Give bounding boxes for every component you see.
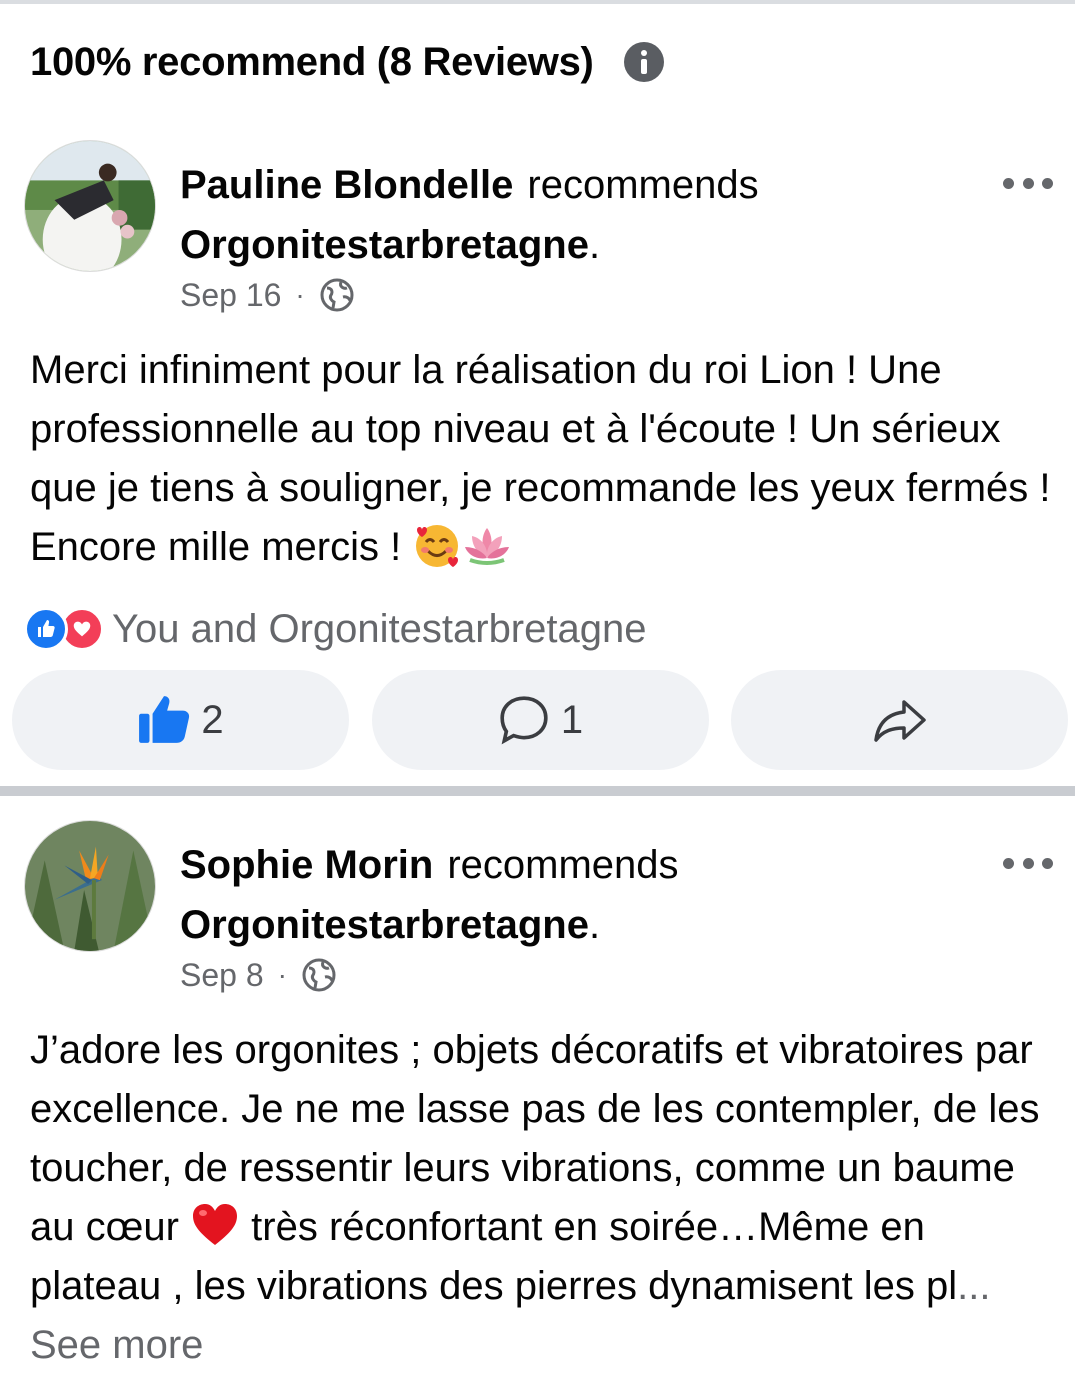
thumbs-up-icon [139, 696, 190, 743]
lotus-emoji [465, 528, 510, 565]
share-icon [873, 700, 926, 742]
author-name[interactable]: Pauline Blondelle [180, 163, 513, 207]
review-meta: Sep 16 · [180, 273, 355, 317]
comment-icon [500, 696, 548, 745]
ellipsis: ... [957, 1264, 991, 1308]
author-name[interactable]: Sophie Morin [180, 843, 433, 887]
globe-icon [302, 958, 336, 992]
recommends-label: recommends [447, 843, 679, 887]
action-bar: 2 1 [12, 670, 1068, 770]
top-divider [0, 0, 1075, 4]
like-button[interactable]: 2 [12, 670, 349, 770]
reactions-summary[interactable]: You and Orgonitestarbretagne [24, 604, 646, 654]
recommends-label: recommends [527, 163, 759, 207]
avatar[interactable] [24, 820, 156, 952]
avatar[interactable] [24, 140, 156, 272]
review-date[interactable]: Sep 16 [180, 277, 281, 314]
page-suffix: . [588, 223, 601, 267]
review-divider [0, 786, 1075, 796]
like-reaction-icon [24, 607, 68, 651]
review-author-line: Sophie Morin recommends Orgonitestarbreta… [180, 835, 980, 955]
comment-button[interactable]: 1 [371, 670, 709, 770]
page-suffix: . [588, 903, 601, 947]
red-heart-emoji [193, 1204, 238, 1245]
meta-separator: · [295, 279, 305, 310]
like-count: 2 [201, 697, 224, 742]
review-text: J’adore les orgonites ; objets décoratif… [30, 1021, 1060, 1375]
share-button[interactable] [731, 670, 1068, 770]
see-more-link[interactable]: See more [30, 1323, 203, 1367]
page-name[interactable]: Orgonitestarbretagne [180, 903, 589, 947]
globe-icon [320, 278, 354, 312]
reviews-summary-title: 100% recommend (8 Reviews) [30, 39, 594, 84]
review-text: Merci infiniment pour la réalisation du … [30, 341, 1060, 577]
meta-separator: · [277, 959, 287, 990]
reviews-header: 100% recommend (8 Reviews) [30, 32, 664, 92]
reactions-label: You and Orgonitestarbretagne [112, 606, 647, 651]
comment-count: 1 [560, 697, 584, 742]
info-icon[interactable] [623, 42, 664, 82]
review-meta: Sep 8 · [180, 953, 337, 997]
more-options-icon[interactable] [1003, 176, 1053, 190]
smiling-face-with-hearts-emoji [416, 525, 459, 567]
more-options-icon[interactable] [1003, 856, 1053, 870]
review-body: Merci infiniment pour la réalisation du … [30, 348, 1051, 569]
review-author-line: Pauline Blondelle recommends Orgonitestar… [180, 155, 980, 275]
page-name[interactable]: Orgonitestarbretagne [180, 223, 589, 267]
review-date[interactable]: Sep 8 [180, 957, 264, 994]
